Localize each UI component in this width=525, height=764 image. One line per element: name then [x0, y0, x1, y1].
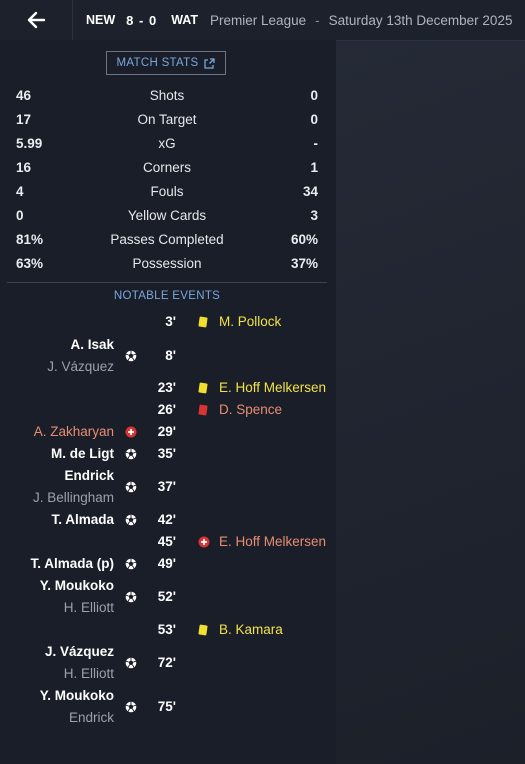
event-minute: 72' — [157, 655, 176, 670]
event-minute: 35' — [157, 446, 176, 461]
injury-icon — [198, 536, 210, 548]
yellow-card-icon — [198, 624, 208, 636]
yellow-card-icon — [198, 382, 208, 394]
away-team-abbr: WAT — [171, 13, 199, 27]
stat-row: 4 Fouls 34 — [0, 180, 336, 204]
stat-row: 5.99 xG - — [0, 132, 336, 156]
event-home-player[interactable]: J. Vázquez — [45, 642, 114, 662]
event-minute: 26' — [157, 402, 176, 417]
event-minute: 45' — [157, 534, 176, 549]
stat-away-value: 1 — [310, 160, 318, 175]
event-assist-player[interactable]: H. Elliott — [64, 664, 114, 684]
stat-row: 17 On Target 0 — [0, 108, 336, 132]
event-minute: 49' — [157, 556, 176, 571]
stat-row: 46 Shots 0 — [0, 84, 336, 108]
stat-label: On Target — [137, 112, 197, 127]
goal-ball-icon — [125, 701, 137, 713]
event-minute: 23' — [157, 380, 176, 395]
match-score: 8 - 0 — [126, 12, 158, 28]
stat-away-value: 0 — [310, 88, 318, 103]
popout-icon — [204, 57, 216, 69]
event-minute: 52' — [157, 589, 176, 604]
match-stats-label: MATCH STATS — [116, 57, 199, 69]
event-minute: 53' — [157, 622, 176, 637]
stat-away-value: 34 — [302, 184, 318, 199]
stat-row: 0 Yellow Cards 3 — [0, 204, 336, 228]
event-away-player[interactable]: M. Pollock — [219, 312, 281, 332]
stat-away-value: 37% — [290, 256, 318, 271]
event-home-player[interactable]: T. Almada — [51, 510, 114, 530]
event-home-player[interactable]: M. de Ligt — [51, 444, 114, 464]
event-minute: 42' — [157, 512, 176, 527]
header-separator: - — [315, 12, 320, 28]
injury-icon — [125, 426, 137, 438]
goal-ball-icon — [125, 481, 137, 493]
competition-name: Premier League — [210, 12, 307, 28]
event-assist-player[interactable]: Endrick — [69, 708, 114, 728]
event-assist-player[interactable]: J. Vázquez — [47, 357, 114, 377]
event-home-player[interactable]: A. Zakharyan — [34, 422, 114, 442]
stat-label: Fouls — [150, 184, 184, 199]
match-stats-button[interactable]: MATCH STATS — [106, 51, 226, 75]
event-minute: 8' — [165, 348, 176, 363]
event-away-player[interactable]: E. Hoff Melkersen — [219, 378, 326, 398]
yellow-card-icon — [198, 316, 208, 328]
stat-row: 16 Corners 1 — [0, 156, 336, 180]
stat-row: 63% Possession 37% — [0, 252, 336, 276]
goal-ball-icon — [125, 591, 137, 603]
stat-label: Shots — [149, 88, 185, 103]
event-assist-player[interactable]: H. Elliott — [64, 598, 114, 618]
stat-away-value: 3 — [310, 208, 318, 223]
home-team-abbr: NEW — [86, 13, 116, 27]
back-button[interactable] — [0, 0, 73, 40]
event-minute: 37' — [157, 479, 176, 494]
event-away-player[interactable]: B. Kamara — [219, 620, 283, 640]
match-date: Saturday 13th December 2025 — [328, 12, 513, 28]
event-minute: 29' — [157, 424, 176, 439]
stat-label: Passes Completed — [110, 232, 224, 247]
event-away-player[interactable]: D. Spence — [219, 400, 282, 420]
stat-away-value: 60% — [290, 232, 318, 247]
red-card-icon — [198, 404, 208, 416]
stat-label: Yellow Cards — [127, 208, 207, 223]
event-home-player[interactable]: Y. Moukoko — [40, 686, 114, 706]
event-minute: 75' — [157, 699, 176, 714]
score-summary: NEW 8 - 0 WAT Premier League - Saturday … — [73, 13, 512, 28]
goal-ball-icon — [125, 657, 137, 669]
event-assist-player[interactable]: J. Bellingham — [33, 488, 114, 508]
match-stats-panel: MATCH STATS 46 Shots 0 17 On Target 0 5.99 xG -1… — [0, 40, 336, 764]
stat-label: Corners — [142, 160, 191, 175]
event-home-player[interactable]: Y. Moukoko — [40, 576, 114, 596]
stat-away-value: 0 — [310, 112, 318, 127]
stat-label: xG — [158, 136, 176, 151]
goal-ball-icon — [125, 558, 137, 570]
event-home-player[interactable]: T. Almada (p) — [30, 554, 114, 574]
event-minute: 3' — [165, 314, 176, 329]
event-home-player[interactable]: Endrick — [64, 466, 114, 486]
event-away-player[interactable]: E. Hoff Melkersen — [219, 532, 326, 552]
goal-ball-icon — [125, 448, 137, 460]
stat-away-value: - — [313, 136, 319, 151]
stat-label: Possession — [132, 256, 202, 271]
right-panel-background — [336, 40, 525, 764]
goal-ball-icon — [125, 350, 137, 362]
event-home-player[interactable]: A. Isak — [70, 335, 114, 355]
goal-ball-icon — [125, 514, 137, 526]
notable-events-title: NOTABLE EVENTS — [113, 290, 221, 302]
stat-row: 81% Passes Completed 60% — [0, 228, 336, 252]
divider — [7, 282, 327, 283]
arrow-left-icon — [27, 11, 46, 29]
match-header: NEW 8 - 0 WAT Premier League - Saturday … — [0, 0, 525, 41]
